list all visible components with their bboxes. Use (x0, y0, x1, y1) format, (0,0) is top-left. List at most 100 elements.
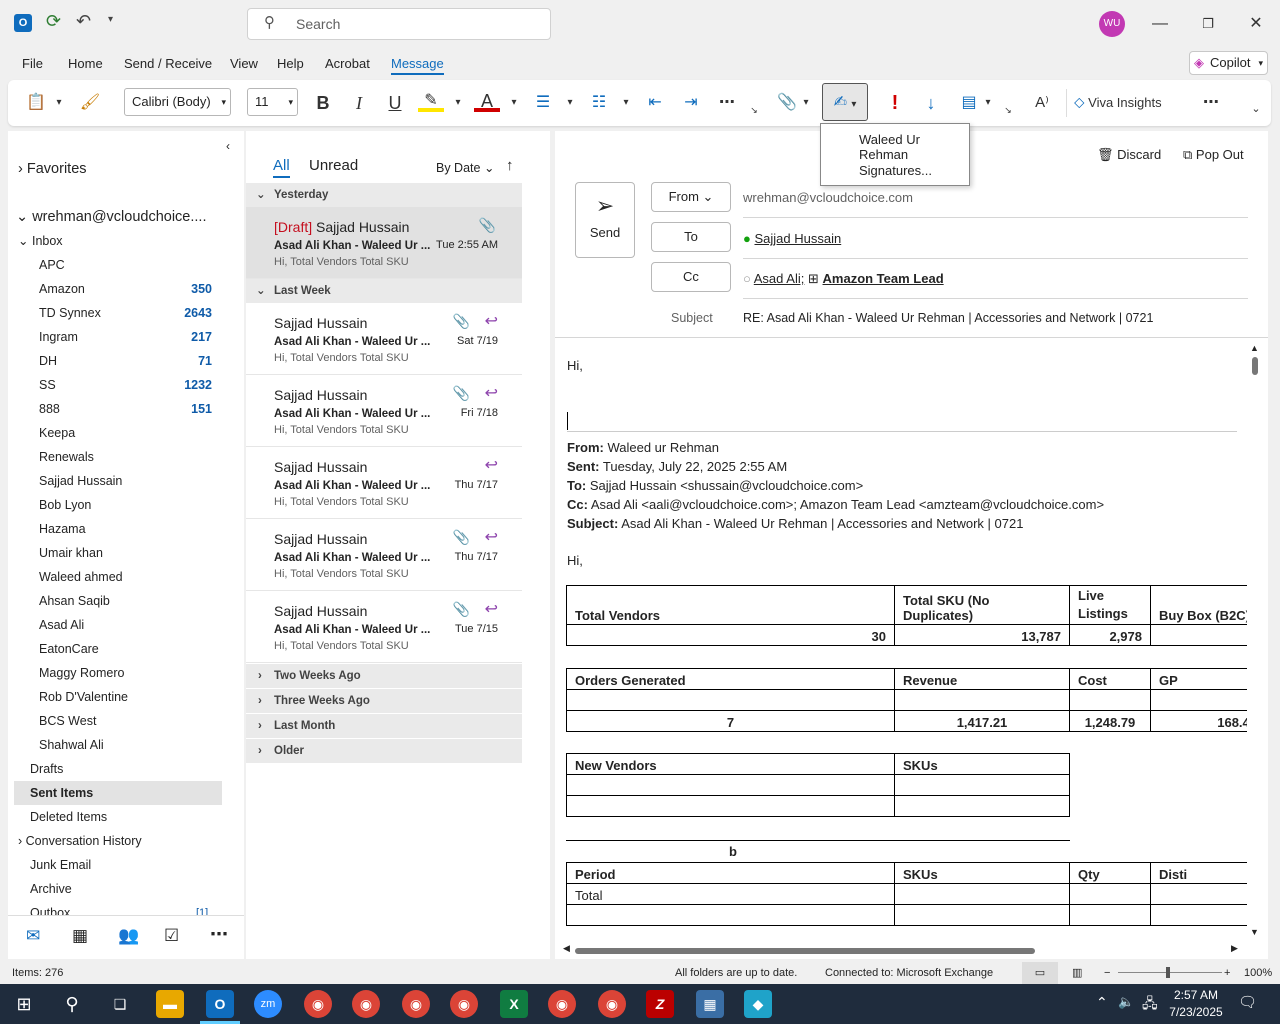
viva-insights-button[interactable]: ⬦ Viva Insights (1074, 90, 1184, 116)
read-aloud-icon[interactable]: A⁾ (1028, 90, 1056, 116)
folder-td-synnex[interactable]: TD Synnex 2643 (8, 301, 244, 325)
signatures-settings-item[interactable]: Signatures... (859, 163, 932, 178)
chrome-icon[interactable]: ◉ (450, 990, 478, 1018)
group-two-weeks-ago[interactable]: › Two Weeks Ago (246, 664, 522, 688)
list-item[interactable]: Sajjad Hussain Asad Ali Khan - Waleed Ur … (246, 303, 522, 375)
folder-deleted-items[interactable]: Deleted Items (8, 805, 244, 829)
bold-icon[interactable]: B (310, 90, 336, 116)
normal-view-icon[interactable]: ▭ (1022, 962, 1058, 984)
tab-unread[interactable]: Unread (309, 157, 358, 174)
folder-inbox[interactable]: ⌄ Inbox (8, 229, 244, 253)
network-icon[interactable]: 🖧 (1142, 993, 1158, 1017)
more-format-icon[interactable]: ⋯ (714, 90, 740, 116)
scroll-up-icon[interactable]: ▲ (1250, 343, 1259, 353)
group-last-week[interactable]: ⌄ Last Week (246, 279, 522, 303)
list-item[interactable]: Sajjad Hussain Asad Ali Khan - Waleed Ur … (246, 519, 522, 591)
folder-ahsan-saqib[interactable]: Ahsan Saqib (8, 589, 244, 613)
undo-icon[interactable]: ↶ (76, 11, 91, 32)
folder-888[interactable]: 888 151 (8, 397, 244, 421)
list-item[interactable]: Sajjad Hussain Asad Ali Khan - Waleed Ur … (246, 447, 522, 519)
high-importance-icon[interactable]: ! (884, 90, 906, 116)
zoom-app-icon[interactable]: zm (254, 990, 282, 1018)
numbering-icon[interactable]: ☷ (586, 90, 612, 116)
tasks-icon[interactable]: ☑ (164, 926, 179, 946)
excel-icon[interactable]: X (500, 990, 528, 1018)
font-color-icon[interactable]: A (474, 90, 500, 112)
remote-app-icon[interactable]: ◆ (744, 990, 772, 1018)
folder-ingram[interactable]: Ingram 217 (8, 325, 244, 349)
folder-bob-lyon[interactable]: Bob Lyon (8, 493, 244, 517)
from-button[interactable]: From ⌄ (651, 182, 731, 212)
chrome-icon[interactable]: ◉ (352, 990, 380, 1018)
scrollbar-thumb[interactable] (575, 948, 1035, 954)
chrome-icon[interactable]: ◉ (598, 990, 626, 1018)
horizontal-scrollbar[interactable]: ◀ ▶ (563, 943, 1243, 957)
copilot-button[interactable]: ◈ Copilot ▾ (1189, 51, 1268, 75)
quick-access-dropdown-icon[interactable]: ▾ (108, 14, 113, 25)
zoom-slider-thumb[interactable] (1166, 967, 1170, 978)
folder-sent-items[interactable]: Sent Items (14, 781, 222, 805)
to-field[interactable]: ● Sajjad Hussain (743, 231, 841, 246)
clock[interactable]: 2:57 AM 7/23/2025 (1166, 987, 1226, 1021)
chrome-icon[interactable]: ◉ (304, 990, 332, 1018)
group-older[interactable]: › Older (246, 739, 522, 763)
calculator-icon[interactable]: ▦ (696, 990, 724, 1018)
folder-bcs-west[interactable]: BCS West (8, 709, 244, 733)
format-painter-icon[interactable]: 🖌 (76, 90, 104, 116)
highlight-dropdown-icon[interactable]: ▾ (452, 90, 464, 116)
taskbar-search-icon[interactable]: ⚲ (58, 990, 86, 1018)
sort-direction-icon[interactable]: ↑ (506, 157, 514, 174)
folder-umair-khan[interactable]: Umair khan (8, 541, 244, 565)
menu-message[interactable]: Message (391, 56, 444, 75)
signature-button[interactable]: ✍ ▾ (822, 83, 868, 121)
group-three-weeks-ago[interactable]: › Three Weeks Ago (246, 689, 522, 713)
folder-shahwal-ali[interactable]: Shahwal Ali (8, 733, 244, 757)
mail-icon[interactable]: ✉ (26, 926, 40, 946)
scrollbar-thumb[interactable] (1252, 357, 1258, 375)
chrome-icon[interactable]: ◉ (548, 990, 576, 1018)
windows-start-icon[interactable]: ⊞ (10, 990, 38, 1018)
folder-amazon[interactable]: Amazon 350 (8, 277, 244, 301)
restore-icon[interactable]: ❐ (1196, 12, 1220, 36)
cc-button[interactable]: Cc (651, 262, 731, 292)
tab-all[interactable]: All (273, 157, 290, 178)
account-folder[interactable]: ⌄ wrehman@vcloudchoice.... (8, 205, 244, 229)
scroll-left-icon[interactable]: ◀ (563, 943, 570, 954)
zoom-slider[interactable] (1118, 967, 1222, 978)
chrome-icon[interactable]: ◉ (402, 990, 430, 1018)
numbering-dropdown-icon[interactable]: ▾ (620, 90, 632, 116)
outlook-taskbar-icon[interactable]: O (206, 990, 234, 1018)
sync-icon[interactable]: ⟳ (46, 11, 61, 32)
discard-button[interactable]: 🗑 Discard (1097, 147, 1161, 163)
file-explorer-icon[interactable]: ▬ (156, 990, 184, 1018)
list-item[interactable]: [Draft] Sajjad Hussain Asad Ali Khan - W… (246, 207, 522, 279)
task-view-icon[interactable]: ❏ (106, 990, 134, 1018)
paste-icon[interactable]: 📋 (22, 90, 50, 116)
tags-icon[interactable]: ▤ (956, 90, 982, 116)
folder-ss[interactable]: SS 1232 (8, 373, 244, 397)
notifications-icon[interactable]: 🗨 (1238, 993, 1257, 1011)
folder-rob-d-valentine[interactable]: Rob D'Valentine (8, 685, 244, 709)
close-icon[interactable]: ✕ (1244, 12, 1268, 36)
bullets-dropdown-icon[interactable]: ▾ (564, 90, 576, 116)
tags-dropdown-icon[interactable]: ▾ (982, 90, 994, 116)
menu-file[interactable]: File (22, 56, 43, 71)
folder-keepa[interactable]: Keepa (8, 421, 244, 445)
reading-view-icon[interactable]: ▥ (1072, 962, 1082, 984)
underline-icon[interactable]: U (382, 90, 408, 116)
cc-field[interactable]: ○ Asad Ali; ⊞ Amazon Team Lead (743, 271, 944, 287)
folder-apc[interactable]: APC (8, 253, 244, 277)
menu-home[interactable]: Home (68, 56, 103, 71)
send-button[interactable]: ➢ Send (575, 182, 635, 258)
search-input[interactable]: ⚲ Search (247, 8, 551, 40)
ribbon-collapse-icon[interactable]: ⌄ (1248, 96, 1264, 122)
tray-chevron-icon[interactable]: ⌃ (1096, 994, 1108, 1011)
pop-out-button[interactable]: ⧉ Pop Out (1183, 147, 1244, 163)
folder-drafts[interactable]: Drafts (8, 757, 244, 781)
menu-acrobat[interactable]: Acrobat (325, 56, 370, 71)
filezilla-icon[interactable]: Z (646, 990, 674, 1018)
bullets-icon[interactable]: ☰ (530, 90, 556, 116)
subject-input[interactable]: RE: Asad Ali Khan - Waleed Ur Rehman | A… (743, 311, 1153, 325)
more-options-icon[interactable]: ⋯ (1198, 90, 1224, 116)
attach-dropdown-icon[interactable]: ▾ (800, 90, 812, 116)
